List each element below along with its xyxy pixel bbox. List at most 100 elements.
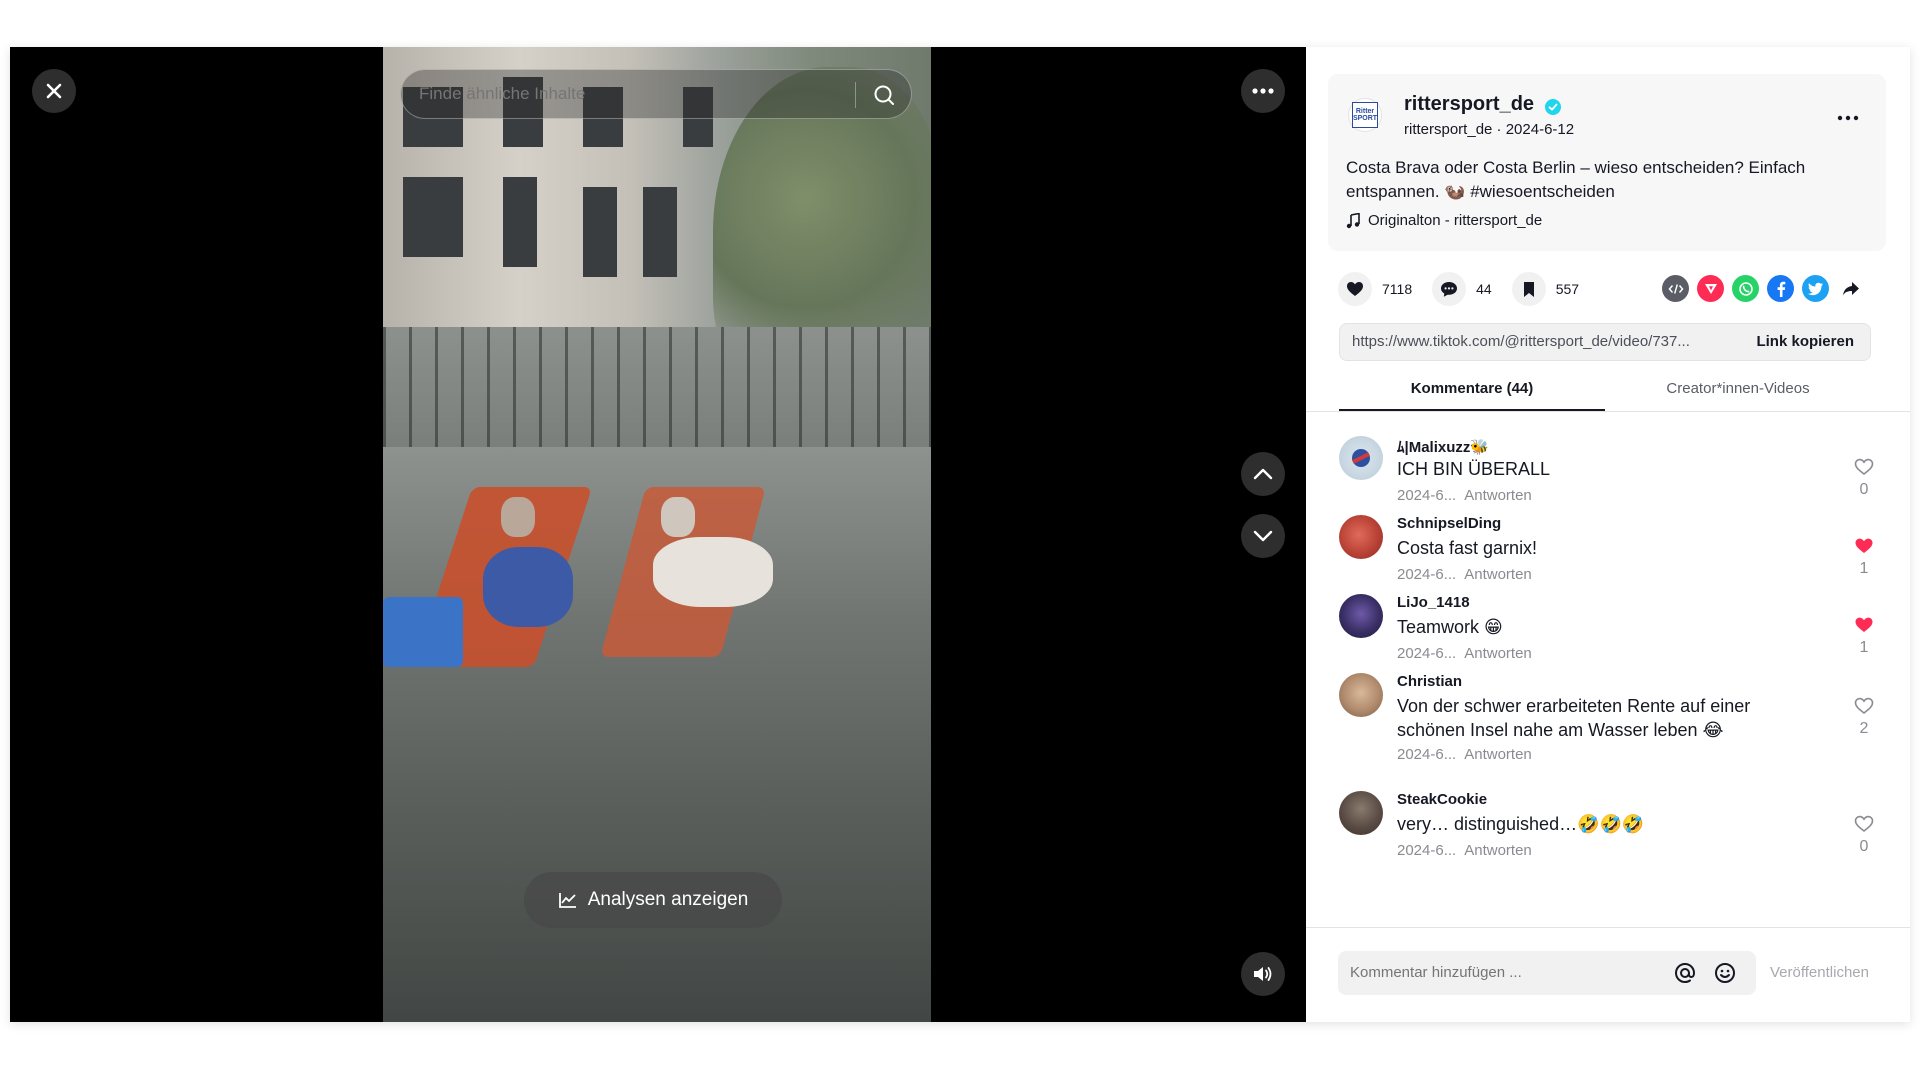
comment-date: 2024-6...: [1397, 746, 1457, 763]
comment-item: ﾑ|Malixuzz🐝 ICH BIN ÜBERALL 2024-6... Ant…: [1339, 436, 1879, 516]
volume-button[interactable]: [1241, 952, 1285, 996]
comment-text: very… distinguished…🤣🤣🤣: [1397, 814, 1645, 834]
commenter-avatar[interactable]: [1339, 673, 1383, 717]
comment-like-button[interactable]: 1: [1849, 616, 1879, 657]
comment-date: 2024-6...: [1397, 566, 1457, 583]
commenter-avatar[interactable]: [1339, 436, 1383, 480]
reply-button[interactable]: Antworten: [1464, 645, 1532, 662]
comment-like-count: 0: [1859, 838, 1869, 855]
comment-like-button[interactable]: 0: [1849, 815, 1879, 856]
post-description: Costa Brava oder Costa Berlin – wieso en…: [1346, 158, 1806, 201]
emoji-button[interactable]: [1712, 960, 1738, 986]
browser-top-strip: [0, 0, 1920, 47]
comment-like-button[interactable]: 1: [1849, 537, 1879, 578]
comment-date: 2024-6...: [1397, 487, 1457, 504]
comment-action[interactable]: 44: [1432, 272, 1492, 306]
person-man-head: [661, 497, 695, 537]
commenter-name[interactable]: ﾑ|Malixuzz🐝: [1397, 436, 1489, 457]
reply-button[interactable]: Antworten: [1464, 566, 1532, 583]
share-buttons: [1662, 275, 1864, 302]
similar-content-search[interactable]: [400, 69, 912, 119]
embed-code-icon[interactable]: [1662, 275, 1689, 302]
comment-bubble-icon: [1432, 272, 1467, 306]
comment-date: 2024-6...: [1397, 842, 1457, 859]
close-button[interactable]: [32, 69, 76, 113]
comment-text: ICH BIN ÜBERALL: [1397, 459, 1551, 479]
creator-username[interactable]: rittersport_de: [1404, 93, 1534, 116]
send-to-friends-icon[interactable]: [1697, 275, 1724, 302]
comment-date: 2024-6...: [1397, 645, 1457, 662]
engagement-actions: 7118 44 557: [1338, 269, 1579, 309]
comment-meta: 2024-6... Antworten: [1397, 487, 1532, 504]
post-more-button[interactable]: [1836, 102, 1860, 128]
comment-like-button[interactable]: 0: [1849, 458, 1879, 499]
comment-like-button[interactable]: 2: [1849, 697, 1879, 738]
commenter-name[interactable]: SteakCookie: [1397, 791, 1487, 808]
next-video-button[interactable]: [1241, 514, 1285, 558]
search-icon: [874, 85, 894, 105]
save-action[interactable]: 557: [1511, 272, 1580, 306]
copy-link-button[interactable]: Link kopieren: [1756, 324, 1854, 360]
video-modal: Analysen anzeigen RitterSPORT ritterspor…: [10, 47, 1910, 1022]
video-scene-railing: [383, 327, 931, 447]
verified-badge-icon: [1545, 99, 1561, 115]
comment-text: Von der schwer erarbeiteten Rente auf ei…: [1397, 696, 1751, 740]
comment-text: Costa fast garnix!: [1397, 538, 1538, 558]
at-sign-icon: [1674, 962, 1696, 984]
more-options-button[interactable]: [1241, 69, 1285, 113]
like-action[interactable]: 7118: [1338, 272, 1412, 306]
comment-item: SteakCookie very… distinguished…🤣🤣🤣 2024…: [1339, 791, 1879, 871]
video-link-url[interactable]: https://www.tiktok.com/@rittersport_de/v…: [1352, 324, 1732, 360]
comment-item: LiJo_1418 Teamwork 😁 2024-6... Antworten …: [1339, 594, 1879, 674]
comment-text: Teamwork 😁: [1397, 617, 1503, 637]
show-analytics-button[interactable]: Analysen anzeigen: [524, 872, 782, 928]
share-arrow-icon[interactable]: [1837, 275, 1864, 302]
previous-video-button[interactable]: [1241, 452, 1285, 496]
facebook-icon[interactable]: [1767, 275, 1794, 302]
music-link[interactable]: Originalton - rittersport_de: [1346, 212, 1542, 229]
comment-list[interactable]: ﾑ|Malixuzz🐝 ICH BIN ÜBERALL 2024-6... Ant…: [1306, 412, 1910, 922]
heart-outline-icon: [1854, 458, 1874, 476]
comment-item: SchnipselDing Costa fast garnix! 2024-6.…: [1339, 515, 1879, 595]
reply-button[interactable]: Antworten: [1464, 487, 1532, 504]
mention-button[interactable]: [1672, 960, 1698, 986]
creator-handle-date: rittersport_de · 2024-6-12: [1404, 121, 1575, 138]
search-button[interactable]: [867, 78, 901, 112]
side-panel: Ritter SPORT rittersport_de rittersport_d…: [1306, 47, 1910, 1022]
person-man: [653, 537, 773, 607]
reply-button[interactable]: Antworten: [1464, 842, 1532, 859]
creator-avatar[interactable]: Ritter SPORT: [1348, 98, 1382, 132]
copy-link-bar: https://www.tiktok.com/@rittersport_de/v…: [1339, 323, 1871, 361]
tab-creator-videos[interactable]: Creator*innen-Videos: [1605, 367, 1871, 411]
comment-item: Christian Von der schwer erarbeiteten Re…: [1339, 673, 1879, 773]
post-info-card: Ritter SPORT rittersport_de rittersport_d…: [1328, 74, 1886, 251]
publish-button[interactable]: Veröffentlichen: [1770, 951, 1869, 995]
commenter-name[interactable]: SchnipselDing: [1397, 515, 1501, 532]
comment-meta: 2024-6... Antworten: [1397, 645, 1532, 662]
commenter-avatar[interactable]: [1339, 791, 1383, 835]
comment-like-count: 0: [1859, 481, 1869, 498]
save-count: 557: [1555, 281, 1580, 297]
person-woman-head: [501, 497, 535, 537]
commenter-avatar[interactable]: [1339, 515, 1383, 559]
search-input[interactable]: [419, 70, 819, 118]
video-player[interactable]: Analysen anzeigen: [10, 47, 1306, 1022]
music-label: Originalton - rittersport_de: [1368, 212, 1543, 229]
close-icon: [46, 83, 62, 99]
bookmark-icon: [1511, 272, 1546, 306]
commenter-avatar[interactable]: [1339, 594, 1383, 638]
commenter-name[interactable]: LiJo_1418: [1397, 594, 1470, 611]
comment-input[interactable]: [1350, 951, 1650, 995]
search-separator: [855, 82, 856, 108]
whatsapp-icon[interactable]: [1732, 275, 1759, 302]
cooler-box: [383, 597, 463, 667]
twitter-icon[interactable]: [1802, 275, 1829, 302]
comment-count: 44: [1476, 281, 1492, 297]
tab-comments[interactable]: Kommentare (44): [1339, 367, 1605, 411]
heart-filled-icon: [1855, 617, 1873, 632]
more-dots-icon: [1837, 115, 1859, 121]
chevron-down-icon: [1253, 530, 1273, 542]
commenter-name[interactable]: Christian: [1397, 673, 1462, 690]
reply-button[interactable]: Antworten: [1464, 746, 1532, 763]
compose-divider: [1306, 927, 1910, 928]
